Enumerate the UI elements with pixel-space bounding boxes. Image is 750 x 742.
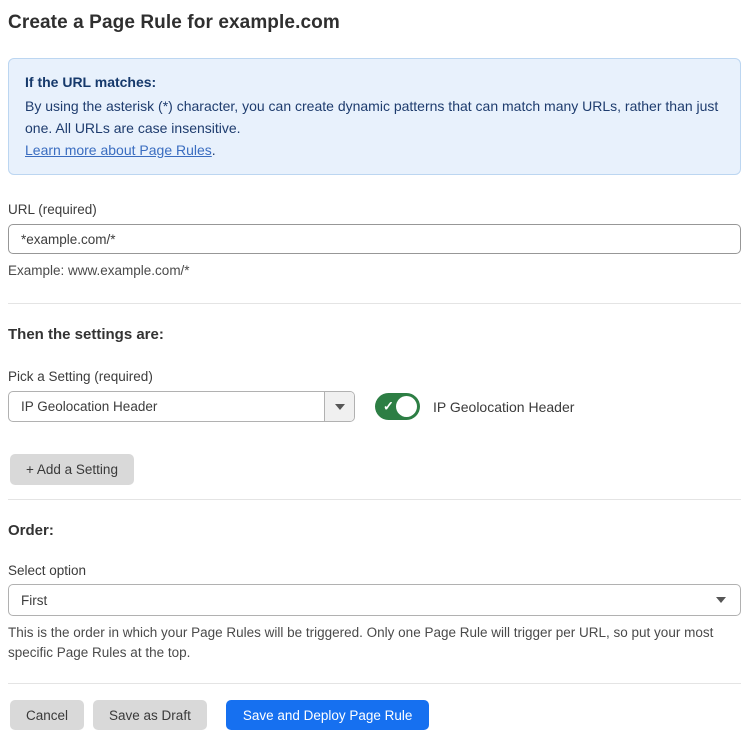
toggle-knob	[396, 396, 417, 417]
setting-dropdown-value: IP Geolocation Header	[9, 392, 324, 421]
order-section-heading: Order:	[8, 522, 741, 539]
divider	[8, 303, 741, 304]
add-setting-button[interactable]: + Add a Setting	[10, 454, 134, 485]
settings-section-heading: Then the settings are:	[8, 326, 741, 343]
order-help-text: This is the order in which your Page Rul…	[8, 623, 724, 663]
setting-dropdown-button[interactable]	[324, 392, 354, 421]
page-rule-form: Create a Page Rule for example.com If th…	[0, 0, 750, 742]
learn-more-link[interactable]: Learn more about Page Rules	[25, 142, 212, 158]
ip-geolocation-toggle[interactable]: ✓	[375, 393, 420, 420]
url-field-label: URL (required)	[8, 202, 741, 217]
save-draft-button[interactable]: Save as Draft	[93, 700, 207, 730]
divider	[8, 499, 741, 500]
url-input[interactable]	[8, 224, 741, 254]
link-suffix: .	[212, 142, 216, 158]
info-box-body: By using the asterisk (*) character, you…	[25, 95, 724, 139]
url-example-text: Example: www.example.com/*	[8, 261, 741, 281]
order-select-value: First	[21, 593, 47, 608]
save-deploy-button[interactable]: Save and Deploy Page Rule	[226, 700, 430, 730]
toggle-label: IP Geolocation Header	[433, 399, 574, 415]
setting-dropdown[interactable]: IP Geolocation Header	[8, 391, 355, 422]
info-box-link-line: Learn more about Page Rules.	[25, 139, 724, 161]
page-title: Create a Page Rule for example.com	[8, 12, 741, 34]
check-icon: ✓	[383, 398, 394, 414]
divider	[8, 683, 741, 684]
order-select-label: Select option	[8, 563, 741, 578]
order-select[interactable]: First	[8, 584, 741, 616]
setting-row: IP Geolocation Header ✓ IP Geolocation H…	[8, 391, 741, 422]
cancel-button[interactable]: Cancel	[10, 700, 84, 730]
actions-row: Cancel Save as Draft Save and Deploy Pag…	[10, 700, 741, 730]
chevron-down-icon	[335, 404, 345, 410]
chevron-down-icon	[716, 597, 726, 603]
url-match-info-box: If the URL matches: By using the asteris…	[8, 58, 741, 175]
setting-picker-label: Pick a Setting (required)	[8, 369, 741, 384]
info-box-heading: If the URL matches:	[25, 71, 724, 93]
